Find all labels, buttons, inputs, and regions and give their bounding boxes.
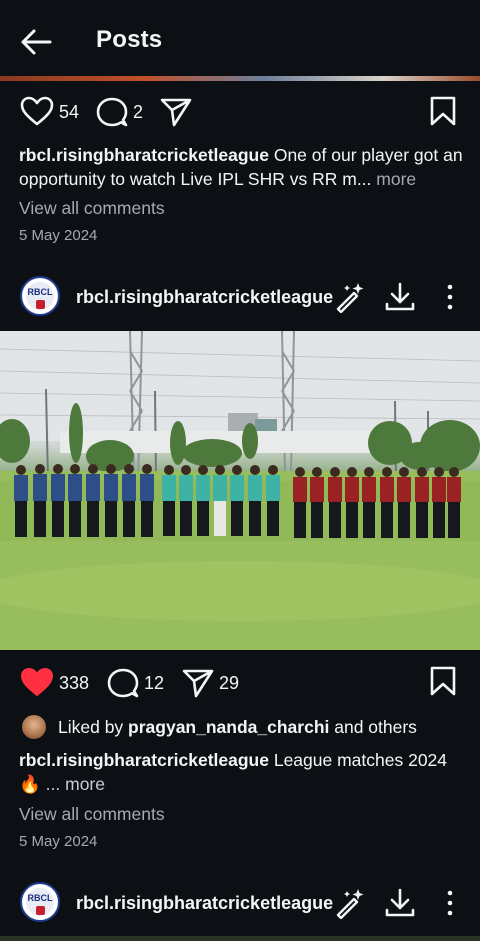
liked-by-avatar[interactable] (22, 715, 46, 739)
avatar-logo-text: RBCL (27, 893, 53, 903)
magic-edit-button[interactable] (334, 281, 366, 313)
liked-by-username[interactable]: pragyan_nanda_charchi (128, 717, 329, 737)
avatar-logo-text: RBCL (27, 287, 53, 297)
fire-emoji: 🔥 (19, 774, 41, 794)
bookmark-icon (430, 666, 456, 696)
previous-post-image-edge (0, 76, 480, 81)
magic-wand-icon (336, 283, 364, 313)
post-caption: rbcl.risingbharatcricketleague League ma… (19, 748, 469, 796)
post-photo[interactable] (0, 331, 480, 650)
top-bar: Posts (0, 0, 480, 80)
download-icon (385, 282, 415, 311)
caption-username[interactable]: rbcl.risingbharatcricketleague (19, 750, 269, 770)
arrow-left-icon (21, 29, 52, 55)
like-count: 338 (59, 673, 90, 693)
download-button[interactable] (384, 888, 416, 918)
more-vertical-icon (447, 284, 453, 310)
caption-text: League matches 2024 (268, 750, 448, 770)
post-caption: rbcl.risingbharatcricketleague One of ou… (19, 143, 469, 191)
heart-filled-icon (21, 668, 53, 696)
post-date: 5 May 2024 (19, 227, 98, 244)
more-link[interactable]: ... more (46, 774, 105, 794)
post-username[interactable]: rbcl.risingbharatcricketleague (76, 287, 333, 308)
share-button[interactable] (182, 668, 214, 698)
more-options-button[interactable] (442, 890, 458, 916)
liked-by-text: Liked by pragyan_nanda_charchi and other… (58, 717, 417, 738)
comment-icon (107, 668, 139, 698)
more-link[interactable]: more (371, 169, 416, 189)
next-post-image-edge (0, 936, 480, 941)
back-button[interactable] (18, 24, 58, 60)
save-button[interactable] (430, 96, 456, 126)
magic-edit-button[interactable] (334, 887, 366, 919)
share-count: 29 (219, 673, 240, 693)
more-vertical-icon (447, 890, 453, 916)
comment-button[interactable] (96, 96, 128, 128)
save-button[interactable] (430, 666, 456, 696)
comment-count: 2 (133, 102, 144, 122)
team-photo-illustration (0, 331, 480, 650)
send-icon (160, 98, 192, 127)
heart-icon (20, 96, 54, 126)
avatar[interactable]: RBCL (20, 882, 60, 922)
liked-by-prefix: Liked by (58, 717, 129, 737)
like-button[interactable] (20, 667, 54, 697)
liked-by-suffix[interactable]: and others (329, 717, 417, 737)
send-icon (182, 669, 214, 698)
view-all-comments-link[interactable]: View all comments (19, 198, 165, 219)
page-title: Posts (96, 26, 163, 53)
comment-count: 12 (144, 673, 165, 693)
caption-username[interactable]: rbcl.risingbharatcricketleague (19, 145, 269, 165)
post-username[interactable]: rbcl.risingbharatcricketleague (76, 893, 333, 914)
logo-mark (36, 906, 45, 915)
post-date: 5 May 2024 (19, 833, 98, 850)
avatar[interactable]: RBCL (20, 276, 60, 316)
view-all-comments-link[interactable]: View all comments (19, 804, 165, 825)
like-button[interactable] (20, 96, 54, 126)
comment-icon (96, 97, 128, 127)
share-button[interactable] (160, 97, 192, 127)
logo-mark (36, 300, 45, 309)
more-options-button[interactable] (442, 284, 458, 310)
bookmark-icon (430, 96, 456, 126)
comment-button[interactable] (107, 667, 139, 699)
like-count: 54 (59, 102, 80, 122)
magic-wand-icon (336, 889, 364, 919)
download-icon (385, 888, 415, 917)
download-button[interactable] (384, 282, 416, 312)
